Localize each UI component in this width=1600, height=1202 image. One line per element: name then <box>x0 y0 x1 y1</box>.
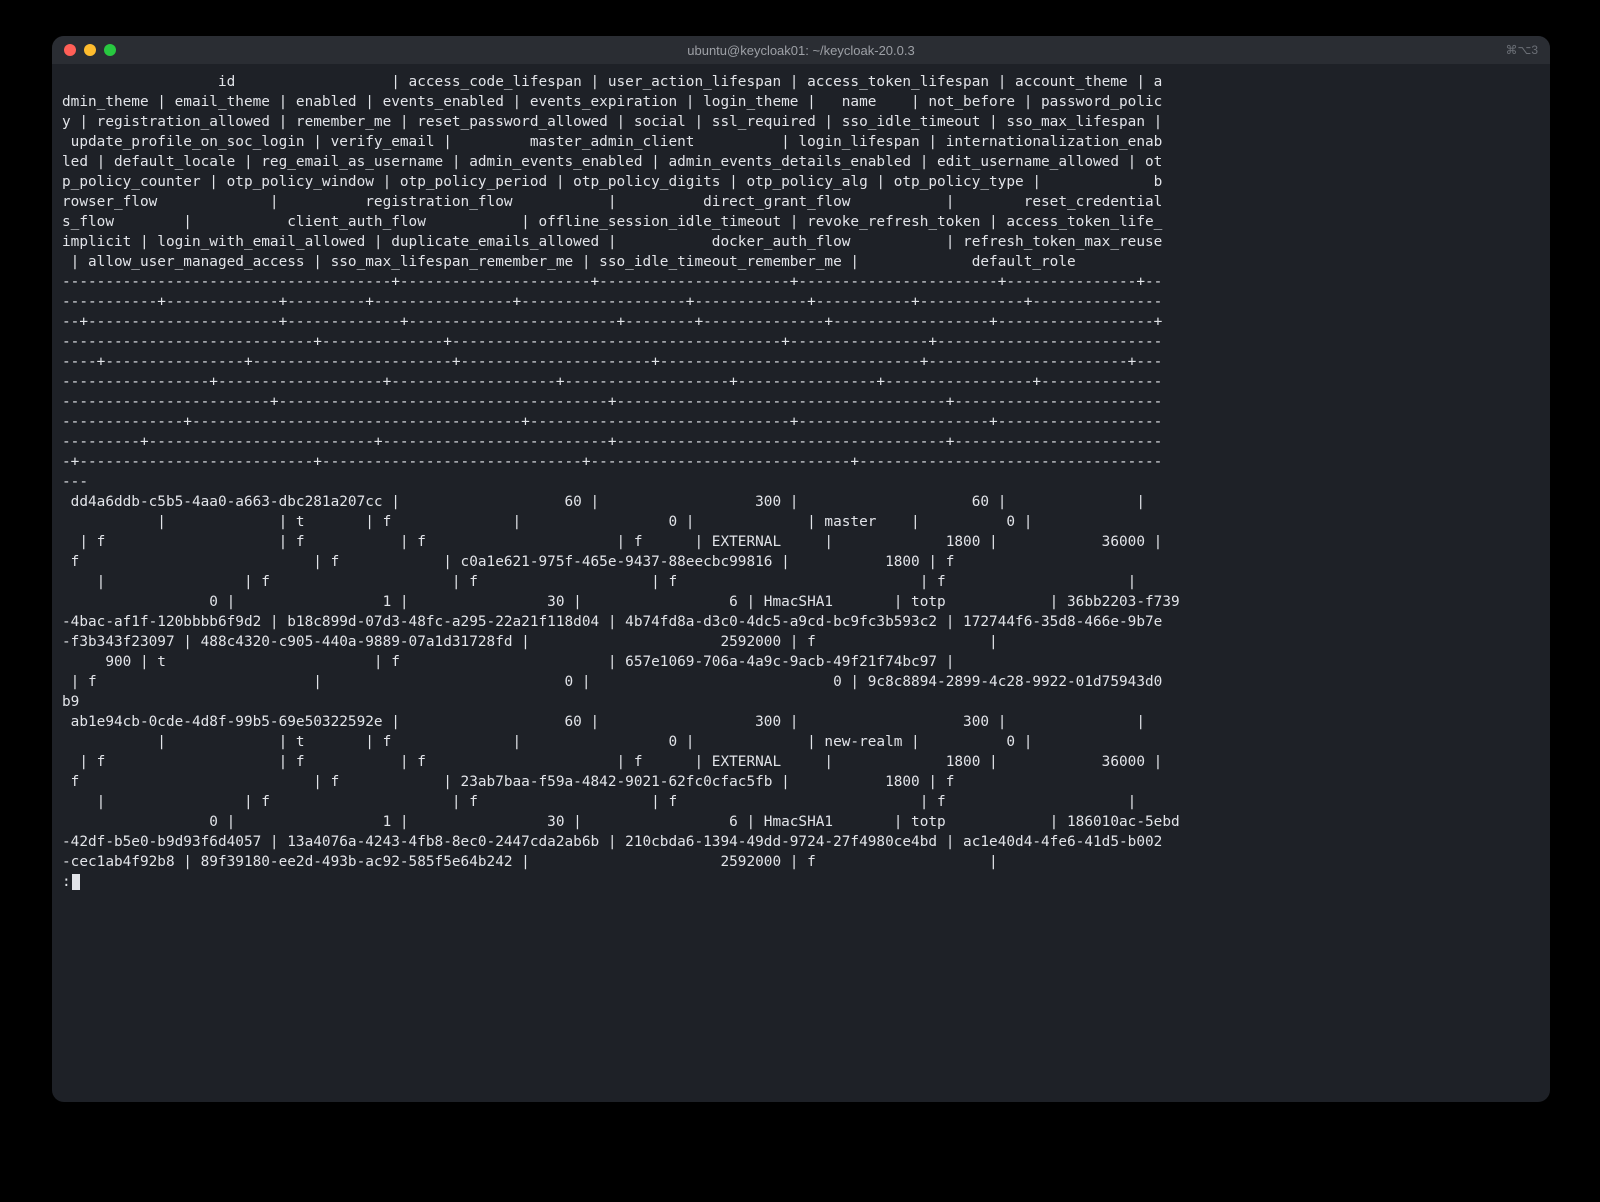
tab-hint: ⌘⌥3 <box>1505 43 1538 57</box>
close-icon[interactable] <box>64 44 76 56</box>
window-title: ubuntu@keycloak01: ~/keycloak-20.0.3 <box>52 43 1550 58</box>
cursor <box>72 874 80 890</box>
minimize-icon[interactable] <box>84 44 96 56</box>
window-controls <box>52 44 116 56</box>
terminal-window: ubuntu@keycloak01: ~/keycloak-20.0.3 ⌘⌥3… <box>52 36 1550 1102</box>
maximize-icon[interactable] <box>104 44 116 56</box>
titlebar: ubuntu@keycloak01: ~/keycloak-20.0.3 ⌘⌥3 <box>52 36 1550 64</box>
terminal-output[interactable]: id | access_code_lifespan | user_action_… <box>52 64 1550 1102</box>
